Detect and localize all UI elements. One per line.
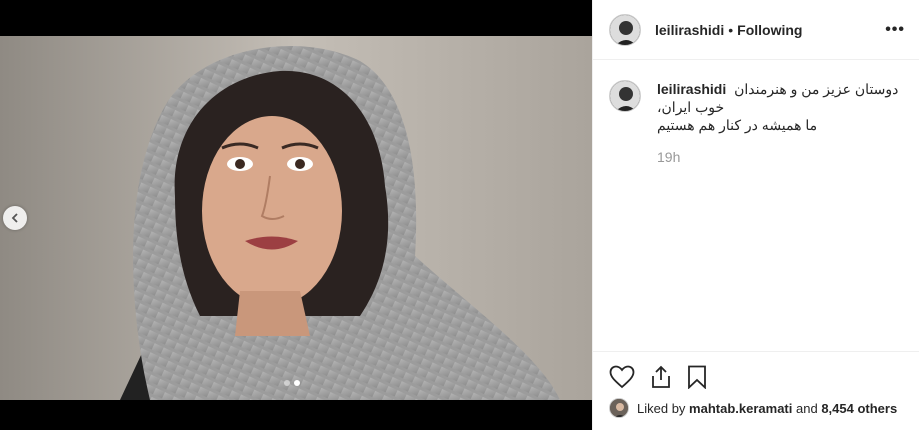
share-icon — [652, 365, 670, 388]
save-button[interactable] — [687, 365, 707, 389]
post-photo — [0, 36, 592, 400]
likes-prefix: Liked by — [637, 400, 686, 416]
carousel-dot-active — [294, 380, 300, 386]
profile-picture — [610, 81, 640, 111]
portrait-image — [0, 36, 592, 400]
share-button[interactable] — [649, 365, 673, 389]
like-button[interactable] — [609, 365, 635, 389]
avatar[interactable] — [609, 80, 641, 112]
post-side-panel: leilirashidi • Following ••• leilirashid… — [592, 0, 919, 430]
caption-body: leilirashidi دوستان عزیز من و هنرمندان خ… — [657, 80, 903, 166]
following-button[interactable]: Following — [737, 22, 802, 38]
post-actions — [593, 351, 919, 401]
profile-picture — [610, 14, 640, 45]
comments-section: leilirashidi دوستان عزیز من و هنرمندان خ… — [609, 80, 903, 166]
likes-summary: Liked by mahtab.keramati and 8,454 other… — [609, 398, 909, 418]
caption-text-line2: ما همیشه در کنار هم هستیم — [657, 117, 818, 133]
heart-icon — [609, 365, 635, 388]
post-header: leilirashidi • Following ••• — [593, 0, 919, 60]
carousel-dot — [284, 380, 290, 386]
more-options-icon[interactable]: ••• — [885, 21, 905, 39]
chevron-left-icon — [11, 213, 18, 223]
bookmark-icon — [688, 365, 706, 389]
separator-dot: • — [728, 21, 734, 38]
previous-slide-button[interactable] — [3, 206, 27, 230]
likes-count[interactable]: 8,454 others — [821, 401, 897, 416]
liker-username[interactable]: mahtab.keramati — [689, 401, 792, 416]
avatar[interactable] — [609, 13, 641, 46]
carousel-indicator — [284, 380, 300, 386]
post-media — [0, 0, 592, 430]
profile-picture — [610, 399, 628, 417]
likes-text: Liked by mahtab.keramati and 8,454 other… — [637, 401, 897, 416]
liker-avatar[interactable] — [609, 398, 629, 418]
post-username[interactable]: leilirashidi — [655, 22, 724, 38]
caption-comment: leilirashidi دوستان عزیز من و هنرمندان خ… — [609, 80, 903, 166]
caption-username[interactable]: leilirashidi — [657, 81, 726, 97]
likes-and: and — [796, 400, 818, 416]
caption-timestamp[interactable]: 19h — [657, 148, 903, 166]
